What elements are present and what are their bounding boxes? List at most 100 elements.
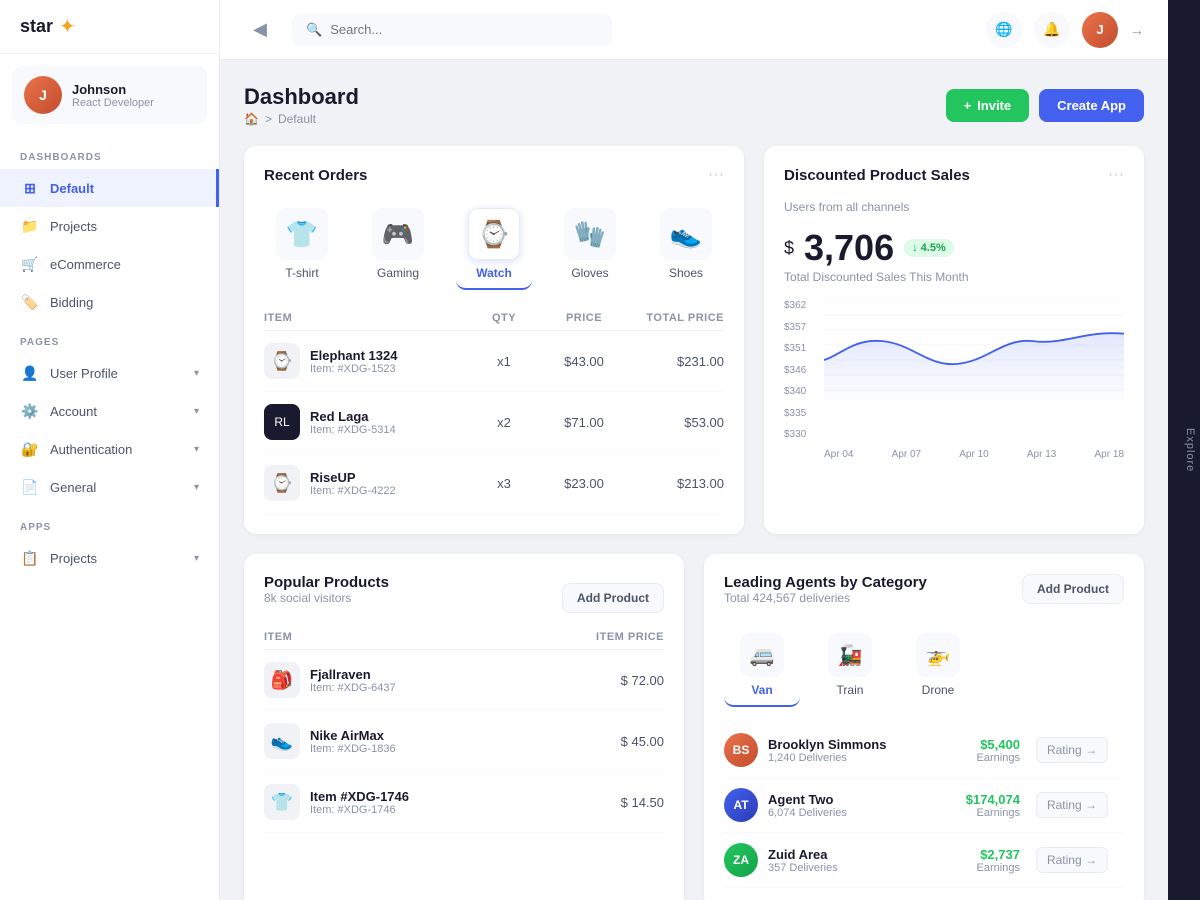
tab-label: Van: [751, 683, 772, 697]
chevron-down-icon: ▾: [194, 482, 199, 493]
user-avatar-button[interactable]: J: [1082, 12, 1118, 48]
agent-name: Agent Two: [768, 792, 847, 807]
agent-details: Agent Two 6,074 Deliveries: [768, 792, 847, 819]
sidebar-toggle-button[interactable]: ◀: [244, 14, 276, 46]
agents-subtitle: Total 424,567 deliveries: [724, 591, 927, 605]
lock-icon: 🔐: [20, 439, 40, 459]
recent-orders-title: Recent Orders: [264, 167, 367, 184]
page-title: Dashboard: [244, 84, 359, 110]
agent-stat: $174,074 Earnings: [966, 792, 1020, 819]
item-qty: x3: [464, 476, 544, 491]
user-profile-card[interactable]: J Johnson React Developer: [12, 66, 207, 124]
sales-subtitle: Users from all channels: [784, 200, 1124, 214]
sidebar-item-projects[interactable]: 📁 Projects: [0, 207, 219, 245]
tab-drone[interactable]: 🚁 Drone: [900, 625, 976, 707]
y-label: $357: [784, 322, 806, 333]
user-icon: 👤: [20, 363, 40, 383]
product-name: Fjallraven: [310, 667, 396, 682]
create-app-button[interactable]: Create App: [1039, 89, 1144, 122]
logo: star ✦: [0, 0, 219, 54]
product-image: 🎒: [264, 662, 300, 698]
search-input[interactable]: [330, 22, 598, 37]
sidebar-item-general[interactable]: 📄 General ▾: [0, 468, 219, 506]
sales-badge: ↓ 4.5%: [904, 239, 954, 257]
product-details: Nike AirMax Item: #XDG-1836: [310, 728, 396, 755]
tab-van[interactable]: 🚐 Van: [724, 625, 800, 707]
tab-shoes[interactable]: 👟 Shoes: [648, 200, 724, 290]
sidebar-item-user-profile[interactable]: 👤 User Profile ▾: [0, 354, 219, 392]
agent-earnings: $5,400: [977, 737, 1020, 752]
products-table-header: ITEM ITEM PRICE: [264, 625, 664, 650]
rating-button[interactable]: Rating →: [1036, 737, 1108, 763]
invite-label: Invite: [977, 98, 1011, 113]
section-pages: PAGES: [0, 321, 219, 354]
sidebar-item-label: Projects: [50, 551, 184, 566]
watch-icon: ⌚: [468, 208, 520, 260]
notification-icon-button[interactable]: 🔔: [1034, 12, 1070, 48]
product-image: 👟: [264, 723, 300, 759]
orders-tabs: 👕 T-shirt 🎮 Gaming ⌚ Watch 🧤 Gloves: [264, 200, 724, 290]
add-product-button[interactable]: Add Product: [1022, 574, 1124, 604]
tshirt-icon: 👕: [276, 208, 328, 260]
clipboard-icon: 📋: [20, 548, 40, 568]
list-item: AT Agent Two 6,074 Deliveries $174,074 E…: [724, 778, 1124, 833]
x-label: Apr 10: [959, 449, 988, 460]
y-label: $362: [784, 300, 806, 311]
y-label: $335: [784, 408, 806, 419]
sidebar-item-authentication[interactable]: 🔐 Authentication ▾: [0, 430, 219, 468]
globe-icon-button[interactable]: 🌐: [986, 12, 1022, 48]
rating-button[interactable]: Rating →: [1036, 792, 1108, 818]
tab-label: Shoes: [669, 266, 703, 280]
table-row: ⌚ Elephant 1324 Item: #XDG-1523 x1 $43.0…: [264, 331, 724, 392]
tab-gaming[interactable]: 🎮 Gaming: [360, 200, 436, 290]
sidebar-item-label: Authentication: [50, 442, 184, 457]
agent-info: AT Agent Two 6,074 Deliveries: [724, 788, 950, 822]
add-product-button[interactable]: Add Product: [562, 583, 664, 613]
user-info: Johnson React Developer: [72, 82, 154, 109]
product-price: $ 45.00: [544, 734, 664, 749]
tab-label: Watch: [476, 266, 512, 280]
agent-name: Zuid Area: [768, 847, 838, 862]
products-header: Popular Products 8k social visitors Add …: [264, 574, 664, 621]
product-name: Nike AirMax: [310, 728, 396, 743]
product-sku: Item: #XDG-1836: [310, 743, 396, 755]
rating-button[interactable]: Rating →: [1036, 847, 1108, 873]
tab-watch[interactable]: ⌚ Watch: [456, 200, 532, 290]
top-row-grid: Recent Orders ··· 👕 T-shirt 🎮 Gaming ⌚ W…: [244, 146, 1144, 534]
product-details: Fjallraven Item: #XDG-6437: [310, 667, 396, 694]
x-label: Apr 13: [1027, 449, 1056, 460]
chart-y-labels: $362 $357 $351 $346 $340 $335 $330: [784, 300, 806, 440]
tab-train[interactable]: 🚂 Train: [812, 625, 888, 707]
sidebar-item-projects-app[interactable]: 📋 Projects ▾: [0, 539, 219, 577]
order-item-info: ⌚ RiseUP Item: #XDG-4222: [264, 465, 464, 501]
sidebar-item-label: eCommerce: [50, 257, 199, 272]
sidebar-item-bidding[interactable]: 🏷️ Bidding: [0, 283, 219, 321]
product-price: $ 14.50: [544, 795, 664, 810]
search-box[interactable]: 🔍: [292, 14, 612, 46]
table-row: ⌚ RiseUP Item: #XDG-4222 x3 $23.00 $213.…: [264, 453, 724, 514]
sidebar-item-default[interactable]: ⊞ Default: [0, 169, 219, 207]
sales-number: 3,706: [804, 230, 894, 266]
home-icon: 🏠: [244, 112, 259, 126]
sales-title: Discounted Product Sales: [784, 167, 970, 184]
sidebar-item-account[interactable]: ⚙️ Account ▾: [0, 392, 219, 430]
item-name: Red Laga: [310, 409, 396, 424]
item-name: RiseUP: [310, 470, 396, 485]
tab-gloves[interactable]: 🧤 Gloves: [552, 200, 628, 290]
more-menu-icon[interactable]: ···: [708, 166, 724, 184]
sidebar-item-ecommerce[interactable]: 🛒 eCommerce: [0, 245, 219, 283]
item-image: RL: [264, 404, 300, 440]
item-total: $231.00: [624, 354, 724, 369]
explore-button[interactable]: Explore: [1180, 420, 1200, 480]
invite-button[interactable]: + Invite: [946, 89, 1030, 122]
more-menu-icon[interactable]: ···: [1108, 166, 1124, 184]
x-label: Apr 04: [824, 449, 853, 460]
section-dashboards: DASHBOARDS: [0, 136, 219, 169]
tab-tshirt[interactable]: 👕 T-shirt: [264, 200, 340, 290]
page-title-group: Dashboard 🏠 > Default: [244, 84, 359, 126]
sidebar-item-label: User Profile: [50, 366, 184, 381]
folder-icon: 📁: [20, 216, 40, 236]
sales-label: Total Discounted Sales This Month: [784, 270, 1124, 284]
main-content-wrapper: ◀ 🔍 🌐 🔔 J → Dashboard 🏠 > Default: [220, 0, 1168, 900]
y-label: $330: [784, 429, 806, 440]
